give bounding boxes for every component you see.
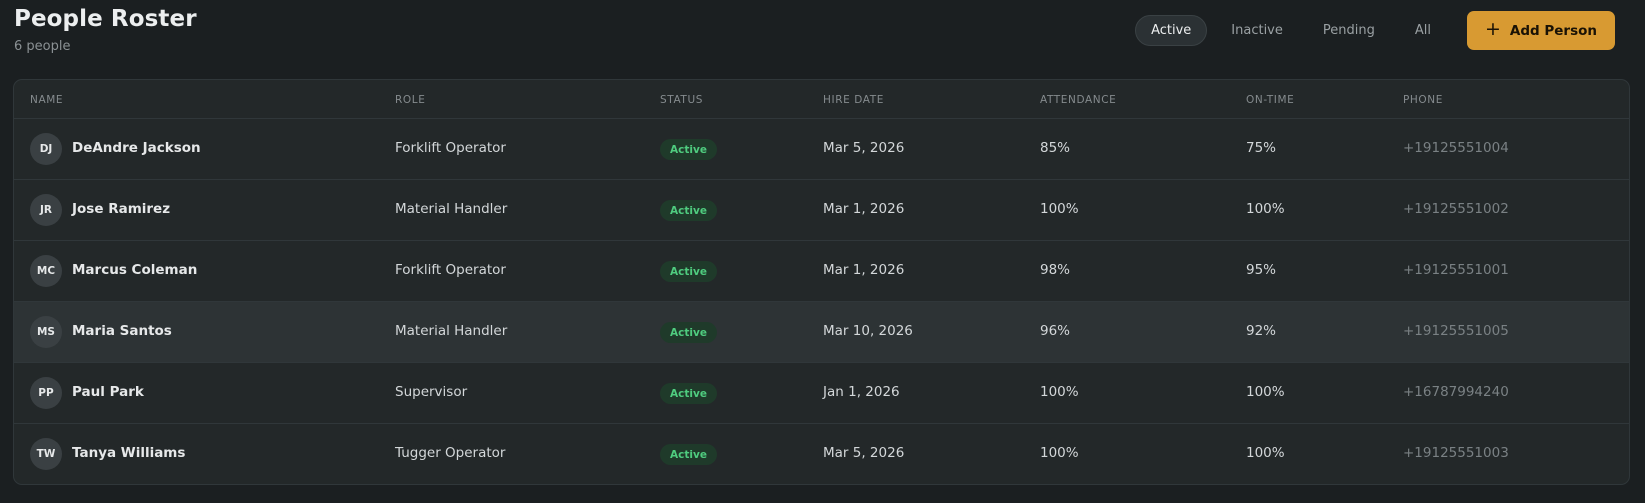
hire-date: Mar 1, 2026 (823, 262, 905, 278)
avatar: TW (30, 438, 62, 470)
column-header-status[interactable]: STATUS (660, 94, 703, 106)
people-count: 6 people (14, 39, 71, 54)
phone: +19125551004 (1403, 140, 1509, 156)
column-header-on-time[interactable]: ON-TIME (1246, 94, 1294, 106)
attendance: 85% (1040, 140, 1071, 156)
filter-tab-active[interactable]: Active (1135, 15, 1208, 46)
status-badge: Active (660, 444, 717, 465)
phone: +19125551002 (1403, 201, 1509, 217)
on-time: 75% (1246, 140, 1277, 156)
hire-date: Jan 1, 2026 (823, 384, 900, 400)
status-badge: Active (660, 261, 717, 282)
person-role: Material Handler (395, 201, 508, 217)
person-name: Marcus Coleman (72, 262, 198, 278)
column-header-role[interactable]: ROLE (395, 94, 425, 106)
person-name: Tanya Williams (72, 445, 186, 461)
person-role: Forklift Operator (395, 140, 506, 156)
on-time: 100% (1246, 201, 1285, 217)
column-header-phone[interactable]: PHONE (1403, 94, 1443, 106)
person-role: Supervisor (395, 384, 468, 400)
column-header-name[interactable]: NAME (30, 94, 63, 106)
status-badge: Active (660, 322, 717, 343)
on-time: 92% (1246, 323, 1277, 339)
add-person-button[interactable]: + Add Person (1466, 11, 1615, 50)
status-badge: Active (660, 383, 717, 404)
table-row[interactable]: TW Tanya Williams Tugger Operator Active… (14, 424, 1629, 484)
person-role: Forklift Operator (395, 262, 506, 278)
table-row[interactable]: DJ DeAndre Jackson Forklift Operator Act… (14, 119, 1629, 180)
table-row[interactable]: JR Jose Ramirez Material Handler Active … (14, 180, 1629, 241)
attendance: 100% (1040, 384, 1079, 400)
table-row[interactable]: PP Paul Park Supervisor Active Jan 1, 20… (14, 363, 1629, 424)
avatar: MC (30, 255, 62, 287)
hire-date: Mar 1, 2026 (823, 201, 905, 217)
person-role: Tugger Operator (395, 445, 506, 461)
page-header: People Roster 6 people Active Inactive P… (14, 0, 1631, 79)
attendance: 100% (1040, 201, 1079, 217)
person-name: Maria Santos (72, 323, 172, 339)
attendance: 96% (1040, 323, 1071, 339)
hire-date: Mar 5, 2026 (823, 140, 905, 156)
status-badge: Active (660, 139, 717, 160)
phone: +19125551003 (1403, 445, 1509, 461)
phone: +19125551005 (1403, 323, 1509, 339)
avatar: JR (30, 194, 62, 226)
status-badge: Active (660, 200, 717, 221)
avatar: MS (30, 316, 62, 348)
avatar: DJ (30, 133, 62, 165)
column-header-hire-date[interactable]: HIRE DATE (823, 94, 884, 106)
filter-tab-inactive[interactable]: Inactive (1215, 15, 1299, 46)
attendance: 98% (1040, 262, 1071, 278)
person-name: Jose Ramirez (72, 201, 171, 217)
people-table: NAME ROLE STATUS HIRE DATE ATTENDANCE ON… (13, 79, 1630, 485)
plus-icon: + (1484, 18, 1501, 40)
table-header: NAME ROLE STATUS HIRE DATE ATTENDANCE ON… (14, 80, 1629, 119)
filter-tab-all[interactable]: All (1399, 15, 1447, 46)
people-roster-page: People Roster 6 people Active Inactive P… (0, 0, 1645, 503)
person-name: Paul Park (72, 384, 144, 400)
filter-tab-pending[interactable]: Pending (1307, 15, 1391, 46)
hire-date: Mar 5, 2026 (823, 445, 905, 461)
status-filter-tabs: Active Inactive Pending All (1135, 15, 1447, 46)
add-person-label: Add Person (1509, 22, 1597, 39)
table-row[interactable]: MS Maria Santos Material Handler Active … (14, 302, 1629, 363)
phone: +19125551001 (1403, 262, 1509, 278)
person-role: Material Handler (395, 323, 508, 339)
page-title: People Roster (14, 6, 197, 32)
avatar: PP (30, 377, 62, 409)
phone: +16787994240 (1403, 384, 1509, 400)
hire-date: Mar 10, 2026 (823, 323, 913, 339)
on-time: 100% (1246, 384, 1285, 400)
on-time: 95% (1246, 262, 1277, 278)
person-name: DeAndre Jackson (72, 140, 201, 156)
table-row[interactable]: MC Marcus Coleman Forklift Operator Acti… (14, 241, 1629, 302)
column-header-attendance[interactable]: ATTENDANCE (1040, 94, 1116, 106)
header-controls: Active Inactive Pending All + Add Person (1135, 11, 1615, 50)
on-time: 100% (1246, 445, 1285, 461)
attendance: 100% (1040, 445, 1079, 461)
